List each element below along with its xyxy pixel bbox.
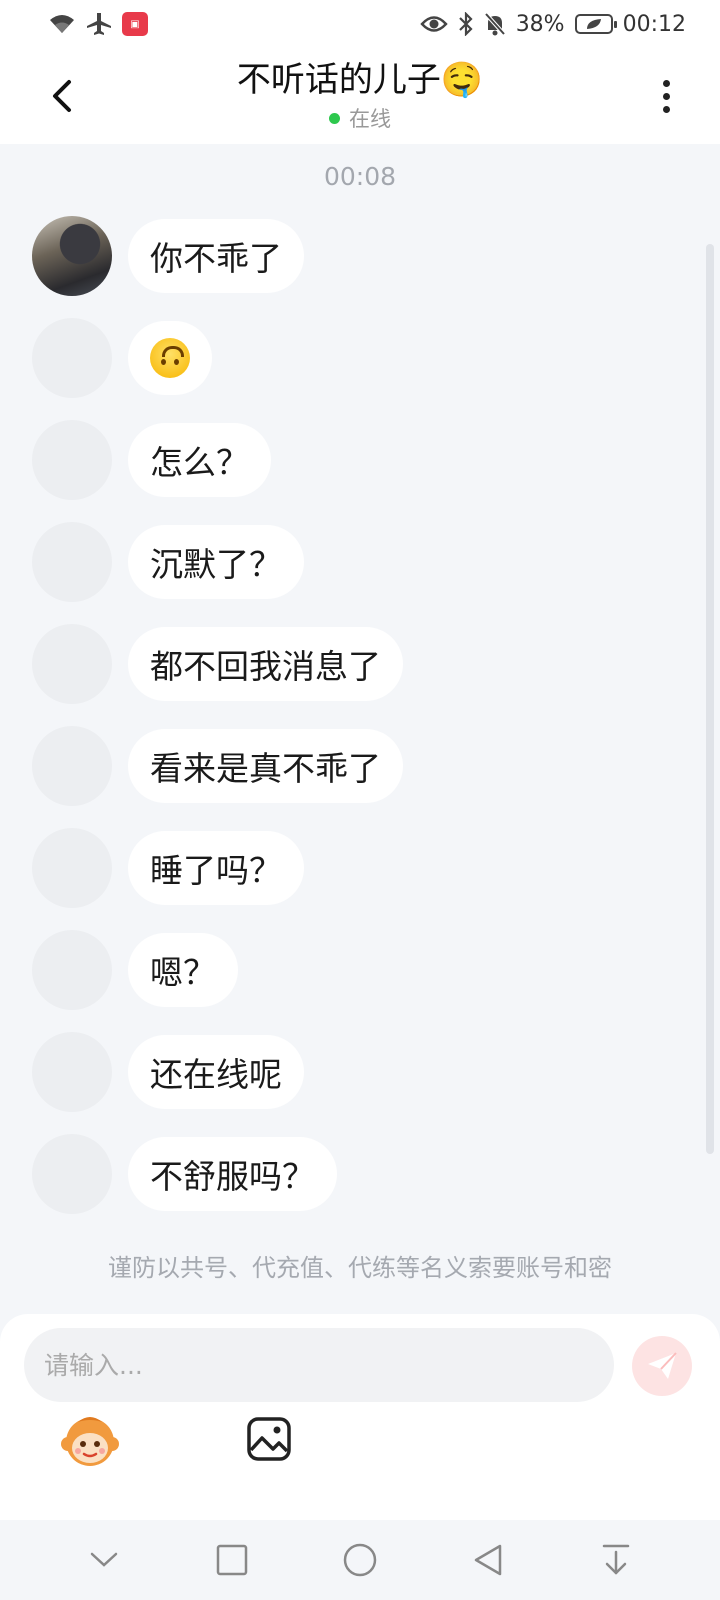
contact-name: 不听话的儿子 bbox=[236, 60, 441, 100]
avatar bbox=[32, 930, 112, 1010]
image-picker-button[interactable] bbox=[246, 1416, 292, 1462]
safety-notice: 谨防以共号、代充值、代练等名义索要账号和密 bbox=[108, 1254, 612, 1282]
message-row: 沉默了？ bbox=[32, 522, 304, 602]
nav-notification-pull-button[interactable] bbox=[586, 1530, 646, 1590]
online-dot-icon bbox=[329, 112, 340, 124]
airplane-icon bbox=[86, 12, 112, 36]
message-bubble[interactable]: 沉默了？ bbox=[128, 525, 304, 599]
chat-header: 不听话的儿子🤤 在线 bbox=[0, 48, 720, 144]
page-title: 不听话的儿子🤤 bbox=[0, 58, 720, 102]
status-bar: ▣ 38% 00:12 bbox=[0, 0, 720, 48]
clock: 00:12 bbox=[622, 11, 686, 37]
message-row: 不舒服吗？ bbox=[32, 1134, 337, 1214]
square-icon bbox=[216, 1544, 248, 1576]
circle-icon bbox=[343, 1543, 377, 1577]
avatar bbox=[32, 318, 112, 398]
message-row: 你不乖了 bbox=[32, 216, 304, 296]
avatar[interactable] bbox=[32, 216, 112, 296]
send-icon bbox=[648, 1352, 677, 1379]
image-icon bbox=[247, 1417, 291, 1461]
message-row: 都不回我消息了 bbox=[32, 624, 403, 704]
message-row: 还在线呢 bbox=[32, 1032, 304, 1112]
message-bubble[interactable]: 怎么？ bbox=[128, 423, 271, 497]
chevron-down-icon bbox=[90, 1552, 118, 1567]
more-dot bbox=[662, 105, 670, 113]
message-bubble[interactable] bbox=[128, 321, 212, 395]
avatar bbox=[32, 1134, 112, 1214]
message-row: 怎么？ bbox=[32, 420, 271, 500]
message-bubble[interactable]: 嗯？ bbox=[128, 933, 238, 1007]
message-bubble[interactable]: 都不回我消息了 bbox=[128, 627, 403, 701]
message-bubble[interactable]: 不舒服吗？ bbox=[128, 1137, 337, 1211]
message-bubble[interactable]: 你不乖了 bbox=[128, 219, 304, 293]
message-row: 嗯？ bbox=[32, 930, 238, 1010]
pull-down-icon bbox=[602, 1544, 630, 1575]
time-divider: 00:08 bbox=[323, 162, 397, 191]
upside-down-face-emoji bbox=[150, 338, 190, 378]
nav-back-button[interactable] bbox=[458, 1530, 518, 1590]
mute-icon bbox=[484, 12, 506, 36]
message-input[interactable] bbox=[24, 1328, 614, 1402]
nav-collapse-button[interactable] bbox=[74, 1530, 134, 1590]
message-bubble[interactable]: 睡了吗？ bbox=[128, 831, 304, 905]
bluetooth-icon bbox=[458, 12, 474, 36]
nav-recents-button[interactable] bbox=[202, 1530, 262, 1590]
message-row: 看来是真不乖了 bbox=[32, 726, 403, 806]
mascot-emoji-button[interactable] bbox=[60, 1414, 120, 1470]
battery-icon bbox=[574, 14, 617, 34]
more-dot bbox=[662, 92, 670, 100]
send-button[interactable] bbox=[632, 1336, 692, 1396]
composer bbox=[0, 1314, 720, 1520]
monkey-mascot-icon bbox=[61, 1417, 119, 1466]
triangle-back-icon bbox=[474, 1544, 502, 1576]
avatar bbox=[32, 522, 112, 602]
wifi-icon bbox=[48, 13, 76, 35]
app-notification-icon: ▣ bbox=[122, 12, 148, 36]
avatar bbox=[32, 1032, 112, 1112]
avatar bbox=[32, 624, 112, 704]
avatar bbox=[32, 828, 112, 908]
more-options-button[interactable] bbox=[652, 72, 680, 120]
chat-area[interactable]: 00:08 你不乖了 怎么？ 沉默了？ 都不回我消息了 看来是真不乖了 睡了吗？… bbox=[0, 144, 720, 1314]
message-row: 睡了吗？ bbox=[32, 828, 304, 908]
message-row bbox=[32, 318, 212, 398]
avatar bbox=[32, 420, 112, 500]
message-bubble[interactable]: 看来是真不乖了 bbox=[128, 729, 403, 803]
drooling-face-emoji: 🤤 bbox=[440, 60, 484, 100]
message-bubble[interactable]: 还在线呢 bbox=[128, 1035, 304, 1109]
system-nav-bar bbox=[0, 1520, 720, 1600]
online-status: 在线 bbox=[0, 106, 720, 132]
online-status-label: 在线 bbox=[349, 107, 391, 131]
nav-home-button[interactable] bbox=[330, 1530, 390, 1590]
battery-percent: 38% bbox=[515, 11, 565, 37]
avatar bbox=[32, 726, 112, 806]
scrollbar[interactable] bbox=[706, 244, 714, 1154]
more-dot bbox=[662, 79, 670, 87]
eye-icon bbox=[420, 14, 448, 34]
